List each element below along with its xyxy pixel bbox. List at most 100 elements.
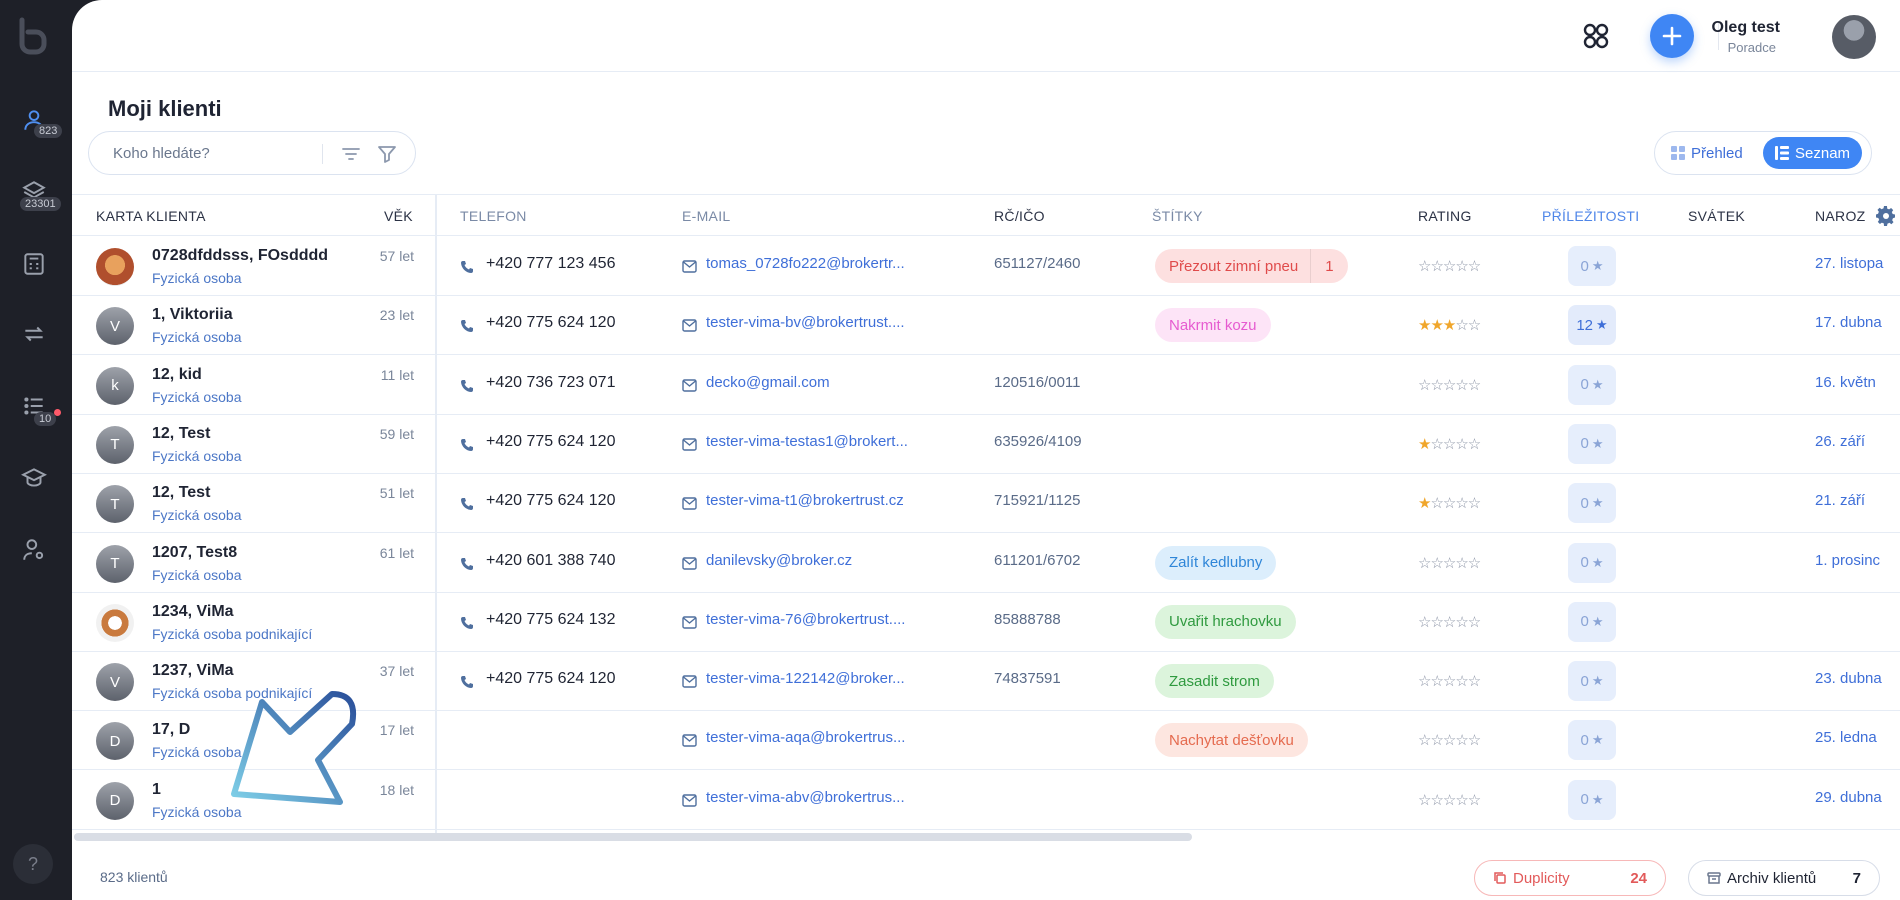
rating-stars[interactable]: ☆☆☆☆☆ bbox=[1418, 731, 1481, 749]
archive-button[interactable]: Archiv klientů 7 bbox=[1688, 860, 1880, 896]
col-prilezitosti[interactable]: PŘÍLEŽITOSTI bbox=[1542, 208, 1639, 224]
col-email[interactable]: E-MAIL bbox=[682, 208, 730, 224]
rating-stars[interactable]: ★★★☆☆ bbox=[1418, 316, 1481, 334]
phone-number[interactable]: +420 775 624 120 bbox=[486, 492, 615, 510]
client-avatar: T bbox=[96, 485, 134, 524]
tag-badge[interactable]: Nachytat dešťovku bbox=[1155, 723, 1308, 758]
col-vek[interactable]: VĚK bbox=[384, 208, 413, 224]
email-link[interactable]: tester-vima-aqa@brokertrus... bbox=[706, 729, 946, 746]
sort-lines-icon[interactable] bbox=[340, 143, 362, 165]
phone-number[interactable]: +420 736 723 071 bbox=[486, 374, 615, 392]
duplicity-button[interactable]: Duplicity 24 bbox=[1474, 860, 1666, 896]
sidebar-item-user-settings[interactable] bbox=[14, 530, 54, 570]
add-button[interactable] bbox=[1650, 14, 1694, 58]
table-row[interactable]: 1234, ViMa Fyzická osoba podnikající +420 … bbox=[72, 592, 1900, 652]
table-row[interactable]: 0728dfddsss, FOsdddd Fyzická osoba 57 let +… bbox=[72, 236, 1900, 296]
opportunities-button[interactable]: 0 ★ bbox=[1568, 720, 1616, 761]
client-name[interactable]: 1237, ViMa bbox=[152, 662, 234, 680]
phone-number[interactable]: +420 775 624 120 bbox=[486, 433, 615, 451]
phone-number[interactable]: +420 775 624 120 bbox=[486, 314, 615, 332]
tag-badge[interactable]: Přezout zimní pneu 1 bbox=[1155, 249, 1348, 283]
tag-badge[interactable]: Nakrmit kozu bbox=[1155, 308, 1271, 343]
client-avatar: V bbox=[96, 307, 134, 346]
email-link[interactable]: tomas_0728fo222@brokertr... bbox=[706, 255, 946, 272]
user-name[interactable]: Oleg test bbox=[1712, 19, 1780, 37]
email-link[interactable]: tester-vima-122142@broker... bbox=[706, 670, 946, 687]
view-seznam-button[interactable]: Seznam bbox=[1763, 137, 1863, 169]
client-name[interactable]: 12, kid bbox=[152, 366, 202, 384]
col-telefon[interactable]: TELEFON bbox=[460, 208, 527, 224]
col-stitky[interactable]: ŠTÍTKY bbox=[1152, 208, 1203, 224]
tag-badge[interactable]: Zasadit strom bbox=[1155, 664, 1274, 699]
rating-stars[interactable]: ☆☆☆☆☆ bbox=[1418, 376, 1481, 394]
client-name[interactable]: 0728dfddsss, FOsdddd bbox=[152, 247, 328, 265]
table-row[interactable]: T 12, Test Fyzická osoba 51 let +420 775 624… bbox=[72, 473, 1900, 534]
client-age: 17 let bbox=[379, 722, 414, 739]
table-row[interactable]: T 1207, Test8 Fyzická osoba 61 let +420 601 … bbox=[72, 533, 1900, 593]
filter-icon[interactable] bbox=[376, 143, 398, 165]
client-name[interactable]: 1, Viktoriia bbox=[152, 306, 233, 324]
horizontal-scrollbar-thumb[interactable] bbox=[74, 833, 1192, 841]
user-avatar[interactable] bbox=[1832, 15, 1876, 59]
view-prehled-button[interactable]: Přehled bbox=[1659, 137, 1755, 169]
sidebar-item-calculator[interactable] bbox=[14, 244, 54, 284]
phone-number[interactable]: +420 601 388 740 bbox=[486, 552, 615, 570]
email-link[interactable]: tester-vima-t1@brokertrust.cz bbox=[706, 492, 946, 509]
opportunities-button[interactable]: 0 ★ bbox=[1568, 364, 1616, 405]
opportunities-button[interactable]: 0 ★ bbox=[1568, 246, 1616, 286]
client-type: Fyzická osoba bbox=[152, 566, 242, 583]
col-rating[interactable]: RATING bbox=[1418, 208, 1472, 224]
table-row[interactable]: V 1, Viktoriia Fyzická osoba 23 let +420 775… bbox=[72, 295, 1900, 356]
phone-number[interactable]: +420 775 624 120 bbox=[486, 670, 615, 688]
apps-grid-button[interactable] bbox=[1580, 20, 1612, 52]
search-input[interactable] bbox=[113, 144, 313, 162]
email-link[interactable]: tester-vima-abv@brokertrus... bbox=[706, 789, 946, 806]
table-row[interactable]: D 17, D Fyzická osoba 17 let tester-vima-aqa… bbox=[72, 710, 1900, 771]
email-link[interactable]: decko@gmail.com bbox=[706, 374, 946, 391]
rating-stars[interactable]: ☆☆☆☆☆ bbox=[1418, 672, 1481, 690]
opportunities-button[interactable]: 0 ★ bbox=[1568, 542, 1616, 583]
col-karta-klienta[interactable]: KARTA KLIENTA bbox=[96, 208, 206, 224]
table-row[interactable]: k 12, kid Fyzická osoba 11 let +420 736 723 … bbox=[72, 355, 1900, 415]
help-button[interactable]: ? bbox=[13, 844, 53, 884]
col-narozeniny[interactable]: NAROZ bbox=[1815, 208, 1866, 224]
col-svatek[interactable]: SVÁTEK bbox=[1688, 208, 1745, 224]
opportunities-button[interactable]: 0 ★ bbox=[1568, 483, 1616, 524]
sidebar-item-transfers[interactable] bbox=[14, 314, 54, 354]
email-link[interactable]: tester-vima-bv@brokertrust.... bbox=[706, 314, 946, 331]
client-name[interactable]: 12, Test bbox=[152, 484, 210, 502]
sidebar-item-education[interactable] bbox=[14, 458, 54, 498]
client-name[interactable]: 17, D bbox=[152, 721, 190, 739]
email-link[interactable]: tester-vima-testas1@brokert... bbox=[706, 433, 946, 450]
col-rc-ico[interactable]: RČ/IČO bbox=[994, 208, 1045, 224]
phone-icon bbox=[461, 557, 473, 570]
table-row[interactable]: T 12, Test Fyzická osoba 59 let +420 775 624… bbox=[72, 414, 1900, 474]
table-row[interactable]: V 1237, ViMa Fyzická osoba podnikající 37 l… bbox=[72, 651, 1900, 712]
phone-number[interactable]: +420 775 624 132 bbox=[486, 611, 615, 629]
opportunities-button[interactable]: 12 ★ bbox=[1568, 305, 1616, 346]
client-name[interactable]: 1 bbox=[152, 781, 161, 799]
table-row[interactable]: D 1 Fyzická osoba 18 let tester-vima-abv@bro… bbox=[72, 770, 1900, 830]
opportunities-button[interactable]: 0 ★ bbox=[1568, 601, 1616, 642]
star-icon: ★ bbox=[1591, 495, 1604, 511]
rating-stars[interactable]: ★☆☆☆☆ bbox=[1418, 435, 1481, 453]
view-prehled-label: Přehled bbox=[1691, 144, 1743, 162]
rating-stars[interactable]: ☆☆☆☆☆ bbox=[1418, 791, 1481, 809]
client-name[interactable]: 1234, ViMa bbox=[152, 603, 234, 621]
email-link[interactable]: danilevsky@broker.cz bbox=[706, 552, 946, 569]
client-name[interactable]: 12, Test bbox=[152, 425, 210, 443]
table-settings-gear-icon[interactable] bbox=[1874, 204, 1898, 228]
rating-stars[interactable]: ☆☆☆☆☆ bbox=[1418, 613, 1481, 631]
opportunities-button[interactable]: 0 ★ bbox=[1568, 423, 1616, 464]
rating-stars[interactable]: ☆☆☆☆☆ bbox=[1418, 257, 1481, 275]
rating-stars[interactable]: ★☆☆☆☆ bbox=[1418, 494, 1481, 512]
opportunities-button[interactable]: 0 ★ bbox=[1568, 779, 1616, 820]
rating-stars[interactable]: ☆☆☆☆☆ bbox=[1418, 554, 1481, 572]
tag-badge[interactable]: Zalít kedlubny bbox=[1155, 545, 1277, 580]
phone-number[interactable]: +420 777 123 456 bbox=[486, 255, 615, 273]
opportunities-button[interactable]: 0 ★ bbox=[1568, 661, 1616, 702]
email-link[interactable]: tester-vima-76@brokertrust.... bbox=[706, 611, 946, 628]
brand-logo-icon[interactable] bbox=[12, 16, 52, 56]
tag-badge[interactable]: Uvařit hrachovku bbox=[1155, 604, 1296, 639]
client-name[interactable]: 1207, Test8 bbox=[152, 544, 237, 562]
